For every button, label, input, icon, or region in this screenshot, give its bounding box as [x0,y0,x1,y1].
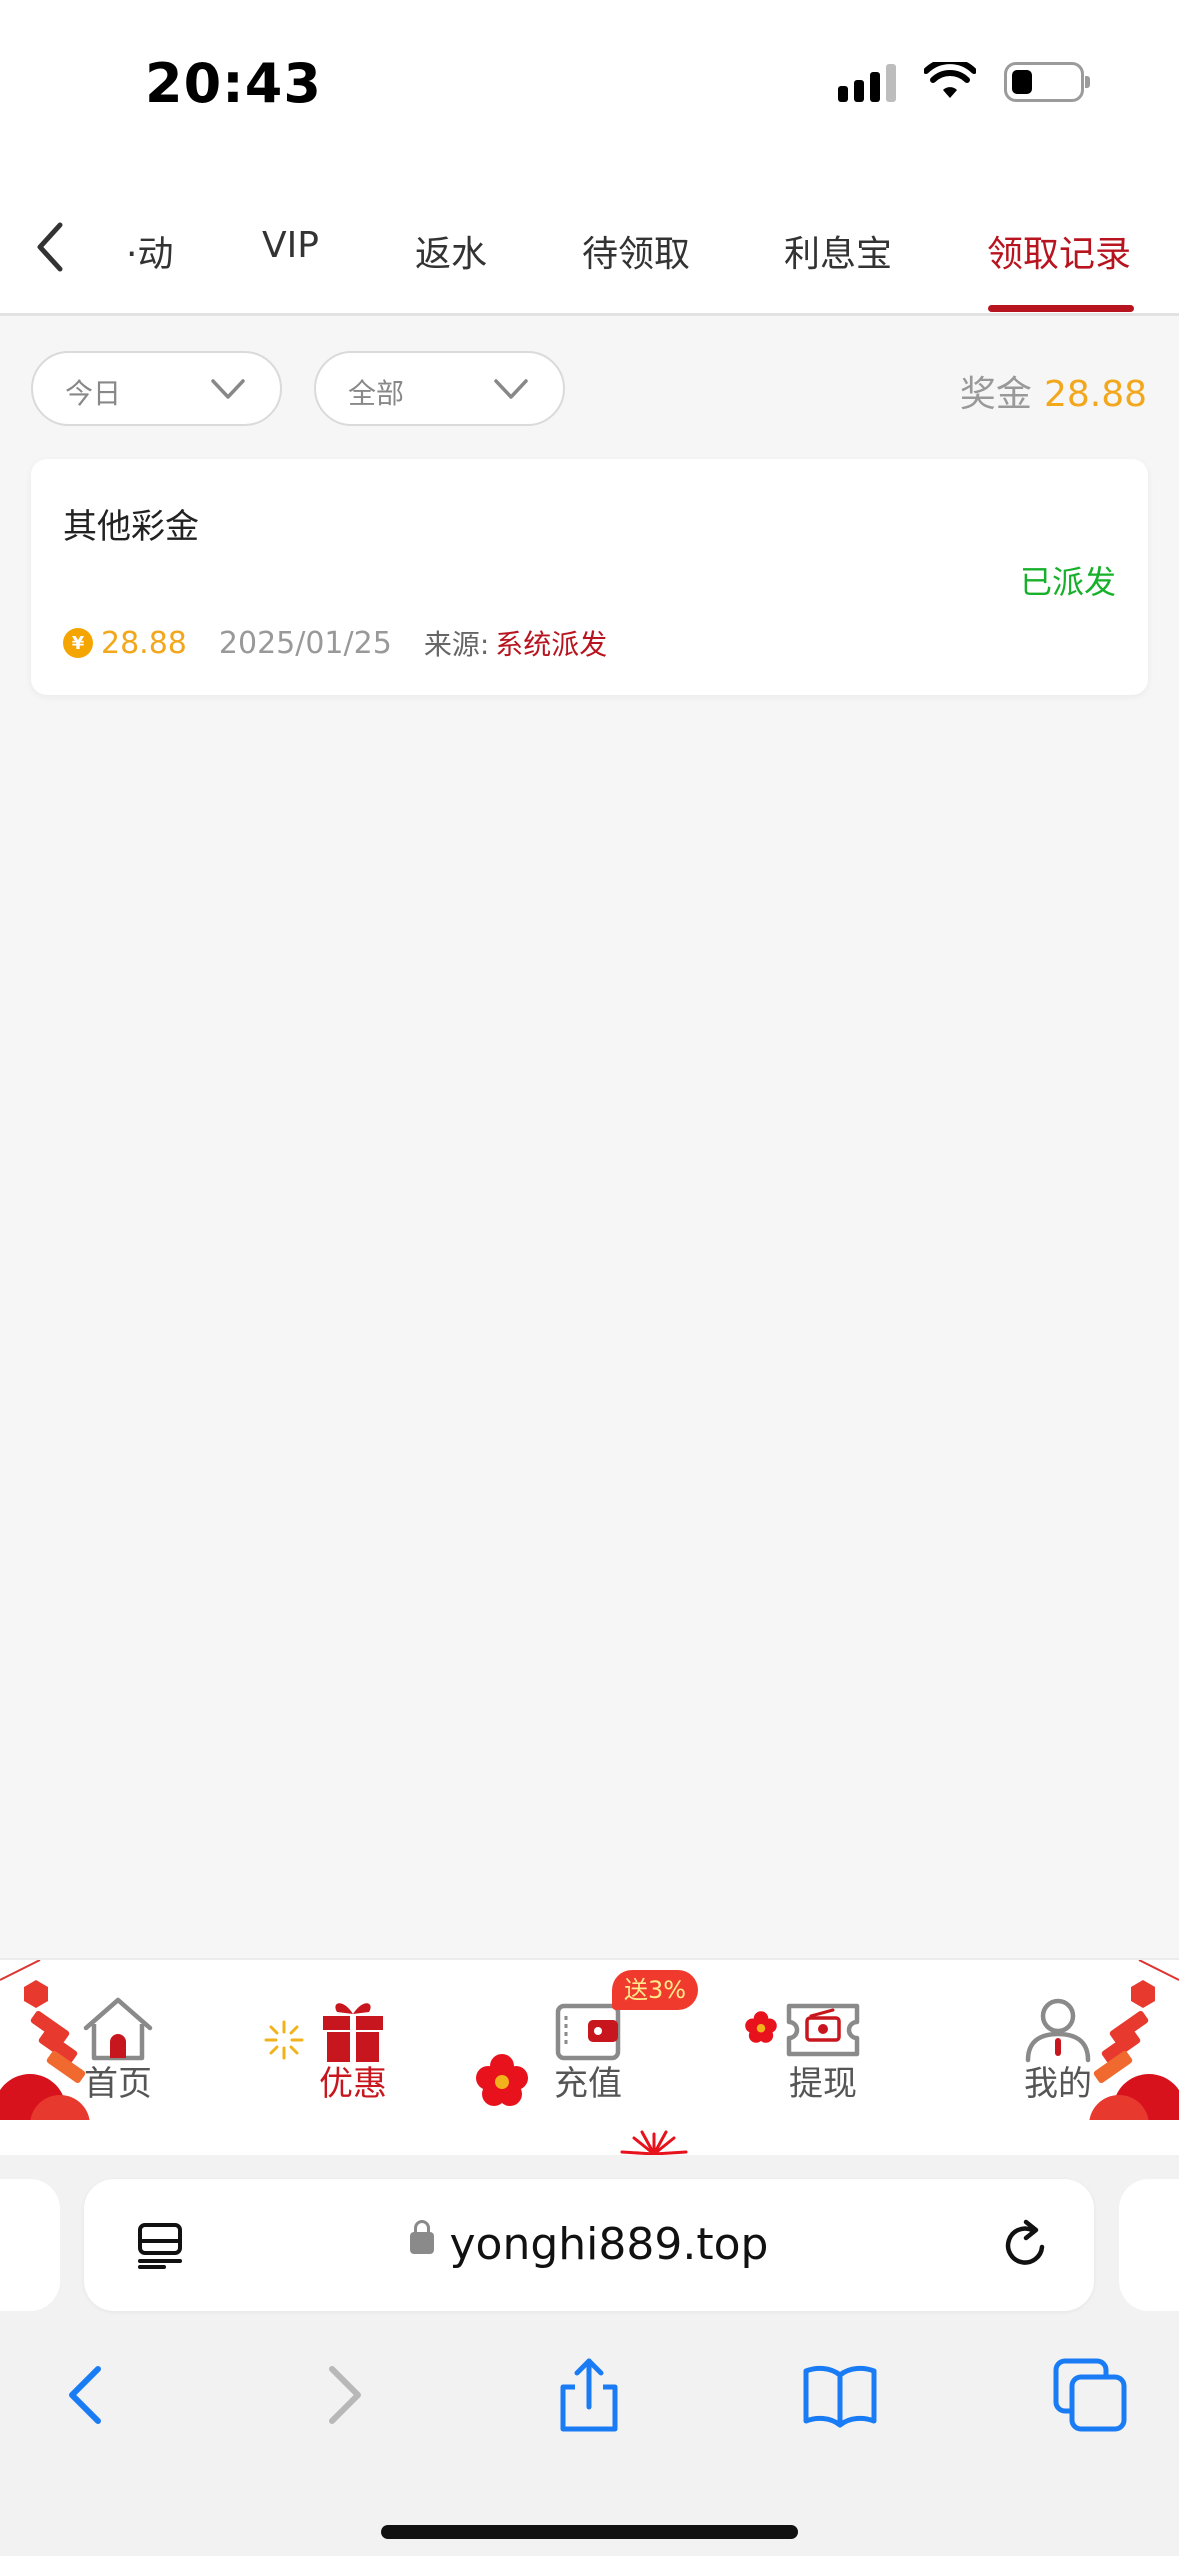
chevron-down-icon [494,379,528,399]
battery-icon [1004,62,1090,102]
browser-address-area: yonghi889.top [0,2155,1179,2315]
home-icon [83,1997,153,2061]
nav-deposit[interactable]: 充值 [513,1994,663,2114]
address-bar[interactable]: yonghi889.top [84,2179,1094,2311]
nav-deposit-label: 充值 [554,2064,622,2104]
nav-withdraw-label: 提现 [789,2064,857,2104]
tab-interest[interactable]: 利息宝 [784,225,892,277]
home-indicator[interactable] [381,2525,798,2539]
nav-home-label: 首页 [84,2064,152,2104]
bonus-total: 奖金 28.88 [960,365,1147,417]
tab-pending[interactable]: 待领取 [582,225,690,277]
tab-bar: ·动 VIP 返水 待领取 利息宝 领取记录 [0,175,1179,316]
type-filter-select[interactable]: 全部 [314,351,565,426]
record-title: 其他彩金 [63,507,199,547]
tabs-icon[interactable] [1050,2355,1130,2435]
active-tab-indicator [988,305,1134,312]
tab-vip[interactable]: VIP [262,225,319,266]
date-filter-select[interactable]: 今日 [31,351,282,426]
deposit-promo-badge: 送3% [612,1970,699,2010]
browser-forward-icon[interactable] [302,2355,382,2435]
url-display[interactable]: yonghi889.top [84,2219,1094,2270]
bonus-label: 奖金 [959,374,1032,415]
user-icon [1025,1998,1091,2063]
record-amount: 28.88 [101,625,187,661]
tab-claim-history[interactable]: 领取记录 [987,225,1131,277]
coin-icon: ¥ [63,628,93,658]
bookmarks-icon[interactable] [800,2355,880,2435]
type-filter-value: 全部 [348,377,405,410]
status-icons [838,62,1090,102]
record-source: 系统派发 [495,628,608,661]
previous-tab-peek[interactable] [0,2179,60,2311]
chevron-down-icon [211,379,245,399]
browser-back-icon[interactable] [48,2355,128,2435]
status-time: 20:43 [145,52,322,115]
bottom-nav: 首页 优惠 充值 送3% 提现 我的 [0,1958,1179,2155]
tab-rebate[interactable]: 返水 [415,225,487,277]
cellular-signal-icon [838,62,896,102]
record-meta: ¥ 28.88 2025/01/25 来源: 系统派发 [63,623,607,663]
browser-toolbar [0,2315,1179,2556]
nav-profile[interactable]: 我的 [983,1994,1133,2114]
record-status: 已派发 [1019,563,1116,601]
url-text: yonghi889.top [449,2219,769,2270]
record-card: 其他彩金 已派发 ¥ 28.88 2025/01/25 来源: 系统派发 [31,459,1148,695]
nav-profile-label: 我的 [1024,2064,1092,2104]
record-source-label: 来源: [423,628,490,661]
nav-home[interactable]: 首页 [43,1994,193,2114]
nav-promotions-label: 优惠 [319,2064,387,2104]
bonus-value: 28.88 [1043,374,1147,415]
record-date: 2025/01/25 [218,625,392,661]
next-tab-peek[interactable] [1119,2179,1179,2311]
lock-icon [409,2220,434,2254]
gift-icon [323,2003,383,2062]
nav-withdraw[interactable]: 提现 [748,1994,898,2114]
withdraw-ticket-icon [786,2003,860,2057]
nav-promotions[interactable]: 优惠 [278,1994,428,2114]
tab-activity[interactable]: ·动 [126,225,173,277]
back-arrow-icon[interactable] [30,217,70,277]
wifi-icon [924,62,976,98]
share-icon[interactable] [549,2355,629,2435]
reload-icon[interactable] [998,2217,1054,2273]
status-bar: 20:43 [0,0,1179,175]
date-filter-value: 今日 [65,377,122,410]
